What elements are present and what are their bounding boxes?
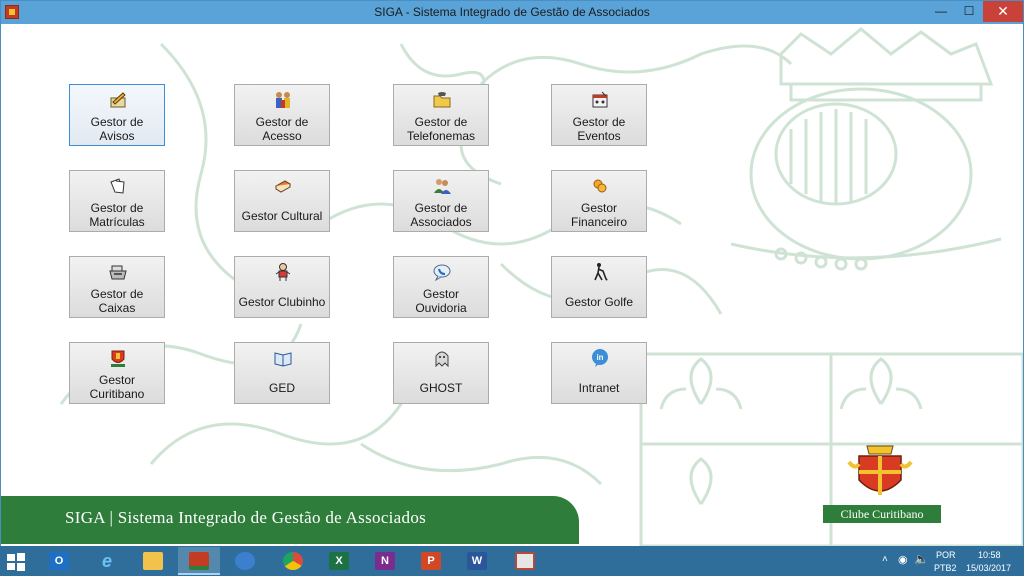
footer-banner: SIGA | Sistema Integrado de Gestão de As… [1, 496, 579, 544]
client-area: Gestor de Avisos Gestor de Acesso Gestor… [1, 24, 1023, 546]
keyboard-layout[interactable]: PTB2 [934, 563, 957, 573]
people-group-icon [276, 92, 290, 108]
cash-register-icon [109, 265, 127, 280]
taskbar-app-internet-explorer[interactable]: e [86, 547, 128, 575]
taskbar-app-outlook[interactable]: O [38, 547, 80, 575]
gestor-avisos-button[interactable]: Gestor de Avisos [69, 84, 165, 146]
calendar-event-icon [592, 91, 608, 108]
golfer-icon [594, 263, 608, 281]
taskbar-app-siga[interactable] [178, 547, 220, 575]
users-icon [434, 179, 451, 194]
coins-icon [593, 179, 607, 193]
button-label: Gestor de Associados [410, 201, 472, 229]
banner-text: SIGA | Sistema Integrado de Gestão de As… [65, 508, 427, 527]
svg-text:in: in [596, 353, 603, 362]
button-label: Gestor de Telefonemas [406, 115, 476, 143]
windows-start-icon[interactable] [6, 552, 26, 572]
taskbar-app-powerpoint[interactable]: P [410, 547, 452, 575]
taskbar: O e X N P W ˄ ◉ 🔈 POR PTB2 10:58 15/03/2… [0, 546, 1024, 576]
button-label: Intranet [578, 381, 620, 395]
button-label: Gestor Ouvidoria [415, 287, 467, 315]
main-window: SIGA - Sistema Integrado de Gestão de As… [0, 0, 1024, 546]
button-label: Gestor Cultural [241, 209, 323, 223]
gestor-telefonemas-button[interactable]: Gestor de Telefonemas [393, 84, 489, 146]
internet-explorer-icon: e [101, 551, 112, 571]
books-icon [275, 180, 291, 193]
button-label: Gestor Clubinho [238, 295, 326, 309]
taskbar-app-file-explorer[interactable] [132, 547, 174, 575]
button-label: Gestor Curitibano [89, 373, 145, 401]
button-label: Gestor de Avisos [90, 115, 144, 143]
ghost-icon [435, 351, 449, 368]
kid-icon [275, 263, 291, 281]
powerpoint-icon: P [421, 552, 441, 570]
taskbar-app-misc[interactable] [504, 547, 546, 575]
excel-icon: X [329, 552, 349, 570]
ged-button[interactable]: GED [234, 342, 330, 404]
title-bar[interactable]: SIGA - Sistema Integrado de Gestão de As… [1, 1, 1023, 24]
phone-folder-icon [433, 92, 451, 108]
folder-icon [143, 552, 163, 570]
button-label: GHOST [419, 381, 463, 395]
chrome-icon [283, 552, 303, 570]
close-button[interactable]: ✕ [983, 1, 1023, 22]
ghost-button[interactable]: GHOST [393, 342, 489, 404]
input-language[interactable]: POR [936, 550, 956, 560]
button-label: GED [268, 381, 295, 395]
club-crest-icon [111, 350, 125, 367]
taskbar-app-chrome[interactable] [272, 547, 314, 575]
gestor-acesso-button[interactable]: Gestor de Acesso [234, 84, 330, 146]
siga-icon [189, 552, 209, 570]
volume-icon[interactable]: 🔈 [914, 552, 929, 566]
gestor-cultural-button[interactable]: Gestor Cultural [234, 170, 330, 232]
system-tray: ˄ ◉ 🔈 POR PTB2 10:58 15/03/2017 [864, 546, 1024, 576]
minimize-button[interactable]: — [927, 1, 955, 22]
gestor-associados-button[interactable]: Gestor de Associados [393, 170, 489, 232]
gestor-ouvidoria-button[interactable]: Gestor Ouvidoria [393, 256, 489, 318]
documents-pen-icon [110, 178, 125, 194]
gestor-matriculas-button[interactable]: Gestor de Matrículas [69, 170, 165, 232]
button-label: Gestor de Acesso [255, 115, 309, 143]
intranet-button[interactable]: in Intranet [551, 342, 647, 404]
misc-app-icon [515, 552, 535, 570]
open-book-icon [274, 352, 292, 367]
pen-app-icon [235, 552, 255, 570]
onenote-icon: N [375, 552, 395, 570]
outlook-icon: O [49, 552, 69, 570]
club-logo-icon [847, 445, 913, 495]
gestor-caixas-button[interactable]: Gestor de Caixas [69, 256, 165, 318]
gestor-clubinho-button[interactable]: Gestor Clubinho [234, 256, 330, 318]
taskbar-app-pen[interactable] [224, 547, 266, 575]
taskbar-app-onenote[interactable]: N [364, 547, 406, 575]
notepad-pencil-icon [110, 92, 126, 108]
gestor-golfe-button[interactable]: Gestor Golfe [551, 256, 647, 318]
speech-phone-icon [433, 264, 451, 282]
linkedin-bubble-icon: in [592, 349, 608, 367]
gestor-curitibano-button[interactable]: Gestor Curitibano [69, 342, 165, 404]
taskbar-app-excel[interactable]: X [318, 547, 360, 575]
button-label: Gestor de Eventos [572, 115, 626, 143]
taskbar-app-word[interactable]: W [456, 547, 498, 575]
button-label: Gestor Financeiro [570, 201, 628, 229]
clock-date[interactable]: 15/03/2017 [966, 563, 1011, 573]
network-icon[interactable]: ◉ [898, 553, 908, 566]
word-icon: W [467, 552, 487, 570]
button-label: Gestor de Matrículas [89, 201, 145, 229]
chevron-up-icon[interactable]: ˄ [882, 554, 888, 565]
logo-label: Clube Curitibano [823, 505, 941, 523]
button-label: Gestor Golfe [564, 295, 634, 309]
maximize-button[interactable]: ☐ [955, 1, 983, 22]
gestor-eventos-button[interactable]: Gestor de Eventos [551, 84, 647, 146]
window-title: SIGA - Sistema Integrado de Gestão de As… [374, 5, 650, 19]
gestor-financeiro-button[interactable]: Gestor Financeiro [551, 170, 647, 232]
button-label: Gestor de Caixas [90, 287, 144, 315]
clock-time[interactable]: 10:58 [978, 550, 1001, 560]
